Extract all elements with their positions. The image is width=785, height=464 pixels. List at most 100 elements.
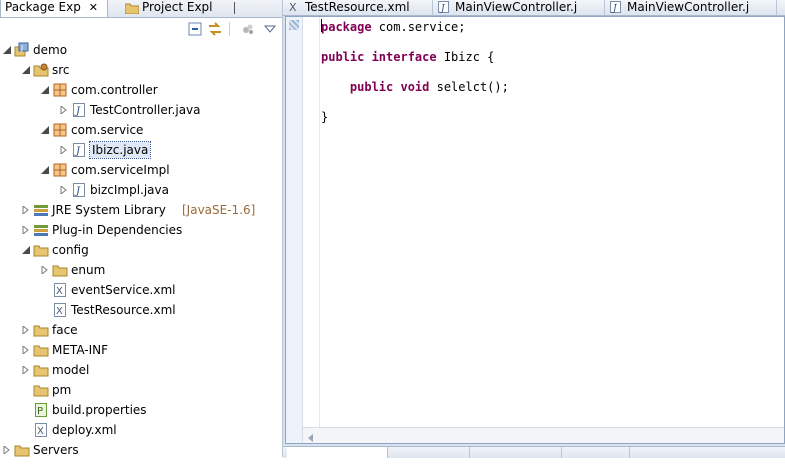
tree-item-label: com.service xyxy=(71,123,144,137)
expanded-arrow-icon[interactable] xyxy=(40,80,52,100)
collapsed-arrow-icon[interactable] xyxy=(59,140,71,160)
tab-divider xyxy=(234,2,235,14)
folder-icon xyxy=(52,262,68,278)
tab-project-explorer-label: Project Expl xyxy=(142,0,213,14)
folder-icon xyxy=(33,342,49,358)
tree-item-label: src xyxy=(52,63,70,77)
tree-item[interactable]: Xdeploy.xml xyxy=(0,420,282,440)
svg-text:X: X xyxy=(289,1,297,13)
tree-item[interactable]: JbizcImpl.java xyxy=(0,180,282,200)
text-caret xyxy=(321,19,322,32)
xml-file-icon: X xyxy=(52,282,68,298)
tree-item[interactable]: com.service xyxy=(0,120,282,140)
link-with-editor-icon[interactable] xyxy=(207,21,223,37)
tree-item[interactable]: J Ibizc.java xyxy=(0,140,282,160)
source-folder-icon xyxy=(33,62,49,78)
editor-tab-mainviewcontroller-2[interactable]: J MainViewController.j xyxy=(605,0,777,15)
tree-item[interactable]: Plug-in Dependencies xyxy=(0,220,282,240)
bottom-panel-tabbar xyxy=(283,446,785,458)
bottom-tab[interactable] xyxy=(287,447,388,458)
expanded-arrow-icon[interactable] xyxy=(2,40,14,60)
library-icon xyxy=(33,202,49,218)
code-text-fragment: Ibizc { xyxy=(436,50,495,64)
xml-file-icon: X xyxy=(288,1,300,14)
tree-item[interactable]: com.controller xyxy=(0,80,282,100)
bottom-tab[interactable] xyxy=(473,447,562,458)
tree-item-label: TestResource.xml xyxy=(71,303,176,317)
tree-item-label: face xyxy=(52,323,78,337)
editor-tab-testresource[interactable]: X TestResource.xml xyxy=(283,0,433,15)
code-line: public interface Ibizc { xyxy=(321,49,494,65)
editor-tab-label: TestResource.xml xyxy=(305,0,410,14)
collapsed-arrow-icon[interactable] xyxy=(2,440,14,460)
tree-item[interactable]: config xyxy=(0,240,282,260)
overview-ruler xyxy=(286,17,303,443)
horizontal-scrollbar[interactable] xyxy=(303,427,784,443)
library-icon xyxy=(33,222,49,238)
tab-package-explorer[interactable]: Package Exp ✕ xyxy=(0,0,108,17)
code-editor[interactable]: package com.service; public interface Ibi… xyxy=(285,16,785,444)
tree-item-label: config xyxy=(52,243,89,257)
collapsed-arrow-icon[interactable] xyxy=(21,220,33,240)
code-text-fragment: selelct(); xyxy=(429,80,509,94)
collapsed-arrow-icon[interactable] xyxy=(21,320,33,340)
tab-project-explorer[interactable]: Project Expl xyxy=(120,0,230,17)
tree-item[interactable]: Pbuild.properties xyxy=(0,400,282,420)
collapsed-arrow-icon[interactable] xyxy=(21,340,33,360)
tree-item-label: enum xyxy=(71,263,106,277)
collapsed-arrow-icon[interactable] xyxy=(40,260,52,280)
svg-text:P: P xyxy=(37,406,43,417)
bottom-tab[interactable] xyxy=(565,447,630,458)
expanded-arrow-icon[interactable] xyxy=(40,120,52,140)
tree-item-label: pm xyxy=(52,383,72,397)
tree-item-label: model xyxy=(52,363,90,377)
collapse-all-icon[interactable] xyxy=(187,21,203,37)
tree-item[interactable]: XeventService.xml xyxy=(0,280,282,300)
tree-item-label: deploy.xml xyxy=(52,423,117,437)
svg-text:J: J xyxy=(74,186,81,197)
tree-item[interactable]: Servers xyxy=(0,440,282,460)
package-explorer-toolbar xyxy=(0,18,282,40)
svg-text:X: X xyxy=(56,306,63,317)
svg-text:X: X xyxy=(56,286,63,297)
tree-item[interactable]: Jdemo xyxy=(0,40,282,60)
tree-item-decoration: [JavaSE-1.6] xyxy=(182,203,256,217)
filter-icon[interactable] xyxy=(240,21,256,37)
tree-item-label: build.properties xyxy=(52,403,147,417)
collapsed-arrow-icon[interactable] xyxy=(59,180,71,200)
tree-item-label: Servers xyxy=(33,443,79,457)
tree-item[interactable]: J TestController.java xyxy=(0,100,282,120)
editor-tabbar: X TestResource.xml J MainViewController.… xyxy=(283,0,785,16)
package-icon xyxy=(52,122,68,138)
tree-item-label: TestController.java xyxy=(90,103,201,117)
expanded-arrow-icon[interactable] xyxy=(40,160,52,180)
tree-item[interactable]: src xyxy=(0,60,282,80)
tree-item[interactable]: pm xyxy=(0,380,282,400)
toolbar-separator xyxy=(229,22,230,36)
svg-text:X: X xyxy=(37,426,44,437)
collapsed-arrow-icon[interactable] xyxy=(21,200,33,220)
editor-tab-mainviewcontroller-1[interactable]: J MainViewController.j xyxy=(433,0,605,15)
collapsed-arrow-icon[interactable] xyxy=(59,100,71,120)
tree-item[interactable]: enum xyxy=(0,260,282,280)
tree-item[interactable]: META-INF xyxy=(0,340,282,360)
tree-item-label: JRE System Library xyxy=(52,203,166,217)
tree-item[interactable]: JRE System Library [JavaSE-1.6] xyxy=(0,200,282,220)
bottom-tab[interactable] xyxy=(391,447,470,458)
expanded-arrow-icon[interactable] xyxy=(21,240,33,260)
tree-item-label: Ibizc.java xyxy=(88,141,152,159)
view-menu-icon[interactable] xyxy=(262,21,278,37)
expanded-arrow-icon[interactable] xyxy=(21,60,33,80)
package-explorer-tabbar: Package Exp ✕ Project Expl xyxy=(0,0,282,18)
close-icon[interactable]: ✕ xyxy=(89,1,98,14)
code-line: package com.service; xyxy=(321,19,466,35)
code-keyword: package xyxy=(321,20,372,34)
tree-item[interactable]: com.serviceImpl xyxy=(0,160,282,180)
tree-item[interactable]: face xyxy=(0,320,282,340)
tree-item[interactable]: X TestResource.xml xyxy=(0,300,282,320)
properties-file-icon: P xyxy=(33,402,49,418)
folder-icon xyxy=(124,2,140,17)
collapsed-arrow-icon[interactable] xyxy=(21,360,33,380)
tree-item[interactable]: model xyxy=(0,360,282,380)
scroll-left-icon[interactable] xyxy=(307,431,315,445)
